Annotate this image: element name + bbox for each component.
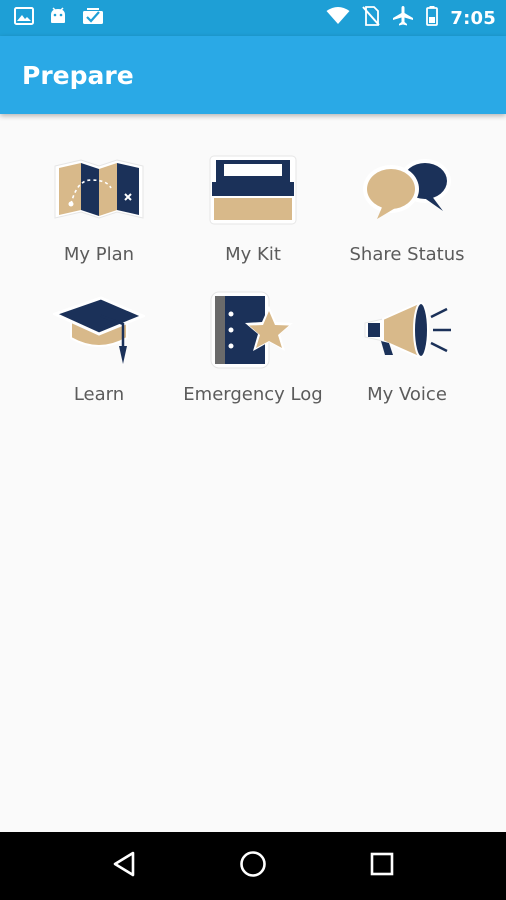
app-bar: Prepare	[0, 36, 506, 114]
image-icon	[14, 6, 34, 30]
speech-bubbles-icon	[359, 150, 455, 230]
tile-learn[interactable]: Learn	[22, 290, 176, 412]
tile-my-voice[interactable]: My Voice	[330, 290, 484, 412]
tile-share-status[interactable]: Share Status	[330, 150, 484, 272]
system-navigation-bar	[0, 832, 506, 900]
inbox-check-icon	[82, 7, 104, 30]
airplane-mode-icon	[392, 5, 414, 31]
tile-label: Share Status	[349, 244, 465, 265]
map-icon	[51, 150, 147, 230]
tile-label: Learn	[73, 384, 125, 405]
home-icon	[238, 849, 268, 884]
tile-emergency-log[interactable]: Emergency Log	[176, 290, 330, 412]
tile-label: My Voice	[367, 384, 447, 405]
no-sim-icon	[362, 5, 381, 31]
tile-label: Emergency Log	[183, 384, 323, 405]
graduation-cap-icon	[51, 290, 147, 370]
kit-box-icon	[205, 150, 301, 230]
back-button[interactable]	[94, 836, 154, 896]
tile-my-plan[interactable]: My Plan	[22, 150, 176, 272]
tile-my-kit[interactable]: My Kit	[176, 150, 330, 272]
tile-label: My Kit	[225, 244, 281, 265]
status-bar: 7:05	[0, 0, 506, 36]
status-clock: 7:05	[450, 7, 496, 29]
home-button[interactable]	[223, 836, 283, 896]
notification-icons	[14, 6, 104, 30]
recents-button[interactable]	[352, 836, 412, 896]
back-icon	[111, 850, 137, 883]
recents-icon	[369, 851, 395, 882]
prepare-menu-grid: My Plan My Kit Share Status Learn Emerge…	[22, 150, 484, 412]
wifi-icon	[326, 6, 350, 30]
megaphone-icon	[359, 290, 455, 370]
log-book-star-icon	[205, 290, 301, 370]
system-icons: 7:05	[326, 5, 496, 31]
battery-icon	[426, 5, 439, 31]
page-title: Prepare	[22, 60, 134, 90]
android-icon	[48, 6, 68, 30]
tile-label: My Plan	[63, 244, 135, 265]
